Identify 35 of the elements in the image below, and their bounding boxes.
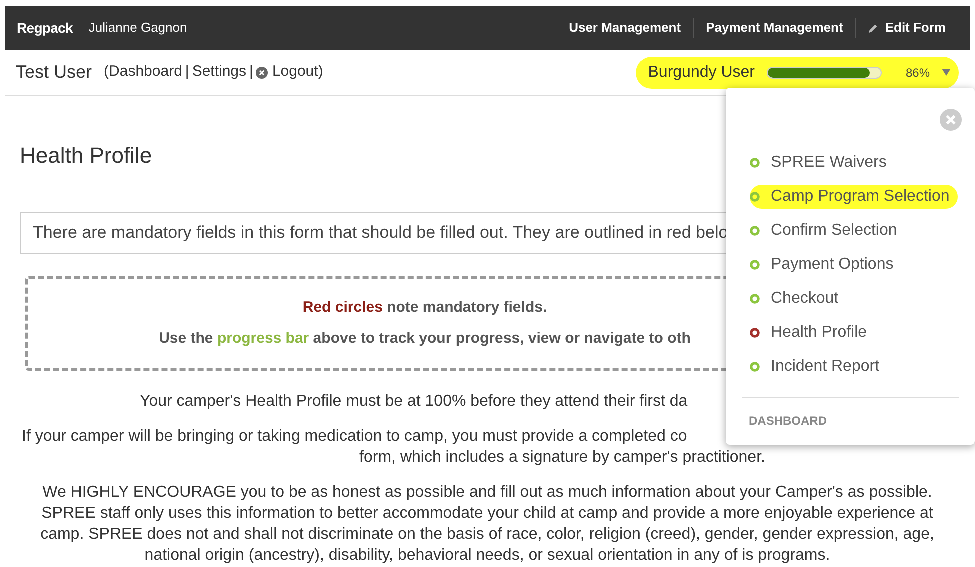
pencil-icon [868, 22, 880, 34]
user-link[interactable]: Dashboard [109, 61, 182, 84]
paren: ) [318, 62, 324, 82]
progress-widget[interactable]: Burgundy User 86% [636, 56, 959, 88]
info-paragraph: Your camper's Health Profile must be at 100% before they attend their first da [140, 392, 689, 412]
paren: ( [104, 62, 110, 82]
nav-link[interactable]: Payment Management [693, 18, 856, 38]
progress-step[interactable]: Camp Program Selection [750, 185, 958, 209]
close-icon [940, 109, 962, 131]
page-title: Health Profile [20, 142, 152, 170]
separator: | [185, 62, 190, 82]
info-paragraph: We HIGHLY ENCOURAGE you to be as honest as possible and fill out as much information about your Camper's as possible. SPREE staff only uses this information to better accommodate your child at camp and provide a more enjoyable experience at camp. SPREE does not and shall not discriminate on the basis of race, color, religion (creed), gender, gender expression, age, national origin (ancestry), disability, behavioral needs, or sexual orientation in any of is programs. [40, 483, 936, 566]
user-link[interactable]: Logout [256, 61, 318, 84]
user-name: Test User [16, 61, 92, 84]
account-name: Julianne Gagnon [88, 19, 188, 38]
progress-step[interactable]: Health Profile [750, 321, 876, 345]
nav-link[interactable]: Edit Form [855, 18, 958, 38]
legend-text: Red circles note mandatory fields. [302, 298, 548, 318]
progress-step[interactable]: Checkout [750, 287, 847, 311]
info-paragraph: If your camper will be bringing or taking medication to camp, you must provide a completed co [22, 427, 688, 447]
progress-step[interactable]: SPREE Waivers [750, 151, 895, 175]
separator: | [250, 62, 254, 82]
nav-link[interactable]: User Management [557, 18, 694, 38]
user-link[interactable]: Settings [192, 61, 247, 84]
progress-step[interactable]: Payment Options [750, 253, 902, 277]
progress-percent: 86% [906, 64, 930, 82]
progress-step[interactable]: Confirm Selection [750, 219, 906, 243]
dashboard-link[interactable]: DASHBOARD [749, 412, 975, 430]
close-icon [256, 66, 268, 78]
participant-name: Burgundy User [648, 62, 755, 82]
caret-icon[interactable] [942, 69, 951, 76]
info-paragraph: form, which includes a signature by camper's practitioner. [358, 448, 766, 468]
progress-step[interactable]: Incident Report [750, 355, 888, 379]
legend-text: Use the progress bar above to track your progress, view or navigate to oth [159, 328, 691, 348]
logo[interactable]: Regpack [17, 18, 73, 38]
